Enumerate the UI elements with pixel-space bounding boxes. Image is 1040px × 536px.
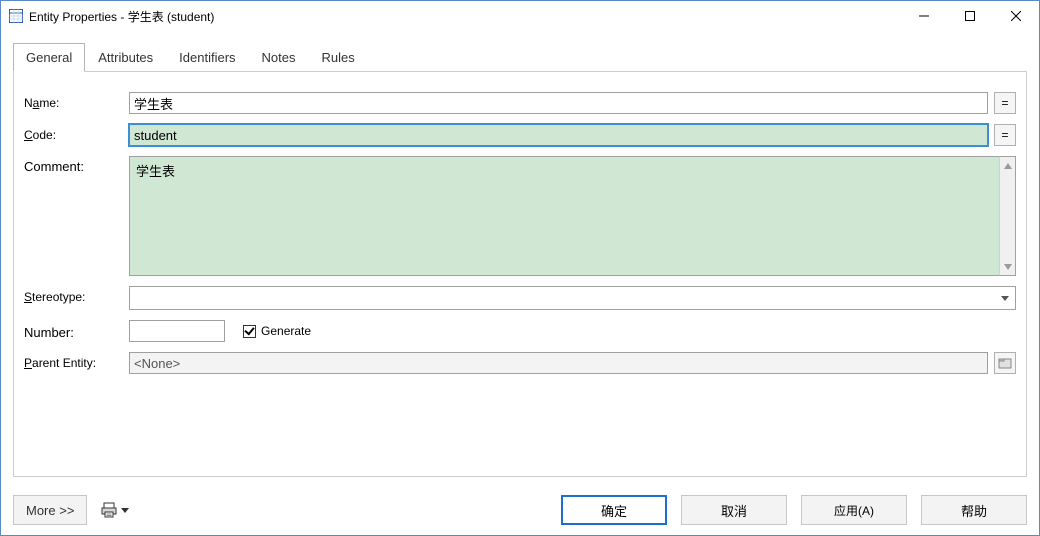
tab-attributes[interactable]: Attributes: [85, 43, 166, 71]
print-tool[interactable]: [101, 502, 129, 518]
client-area: General Attributes Identifiers Notes Rul…: [1, 31, 1039, 487]
tab-general[interactable]: General: [13, 43, 85, 72]
window-title: Entity Properties - 学生表 (student): [29, 8, 901, 25]
dropdown-caret-icon: [121, 508, 129, 513]
titlebar: Entity Properties - 学生表 (student): [1, 1, 1039, 31]
tab-notes[interactable]: Notes: [249, 43, 309, 71]
minimize-button[interactable]: [901, 1, 947, 31]
label-code: Code:: [24, 124, 129, 142]
row-parent-entity: Parent Entity:: [24, 352, 1016, 374]
printer-icon: [101, 502, 117, 518]
tabstrip: General Attributes Identifiers Notes Rul…: [13, 41, 1027, 71]
code-input[interactable]: [129, 124, 988, 146]
help-button[interactable]: 帮助: [921, 495, 1027, 525]
number-input[interactable]: [129, 320, 225, 342]
scroll-up-icon[interactable]: [1000, 157, 1015, 174]
label-stereotype: Stereotype:: [24, 286, 129, 304]
label-name: Name:: [24, 92, 129, 110]
row-stereotype: Stereotype:: [24, 286, 1016, 310]
dialog-window: Entity Properties - 学生表 (student) Genera…: [0, 0, 1040, 536]
tab-rules[interactable]: Rules: [309, 43, 368, 71]
cancel-button[interactable]: 取消: [681, 495, 787, 525]
comment-textarea[interactable]: 学生表: [129, 156, 999, 276]
comment-scrollbar[interactable]: [999, 156, 1016, 276]
entity-icon: [9, 9, 23, 23]
ok-button[interactable]: 确定: [561, 495, 667, 525]
row-comment: Comment: 学生表: [24, 156, 1016, 276]
generate-checkbox[interactable]: [243, 325, 256, 338]
generate-checkbox-wrap[interactable]: Generate: [243, 324, 311, 338]
scroll-down-icon[interactable]: [1000, 258, 1015, 275]
window-controls: [901, 1, 1039, 31]
label-number: Number:: [24, 322, 129, 340]
parent-entity-browse-button[interactable]: [994, 352, 1016, 374]
maximize-button[interactable]: [947, 1, 993, 31]
footer: More >> 确定 取消 应用(A) 帮助: [1, 487, 1039, 535]
stereotype-combobox[interactable]: [129, 286, 1016, 310]
more-button[interactable]: More >>: [13, 495, 87, 525]
general-panel: Name: Code: Comment: 学生表: [13, 71, 1027, 477]
label-parent-entity: Parent Entity:: [24, 352, 129, 370]
name-input[interactable]: [129, 92, 988, 114]
apply-button[interactable]: 应用(A): [801, 495, 907, 525]
parent-entity-field[interactable]: [129, 352, 988, 374]
tab-identifiers[interactable]: Identifiers: [166, 43, 248, 71]
label-comment: Comment:: [24, 156, 129, 174]
row-code: Code:: [24, 124, 1016, 146]
generate-label: Generate: [261, 324, 311, 338]
row-number: Number: Generate: [24, 320, 1016, 342]
code-equals-button[interactable]: [994, 124, 1016, 146]
close-button[interactable]: [993, 1, 1039, 31]
row-name: Name:: [24, 92, 1016, 114]
name-equals-button[interactable]: [994, 92, 1016, 114]
